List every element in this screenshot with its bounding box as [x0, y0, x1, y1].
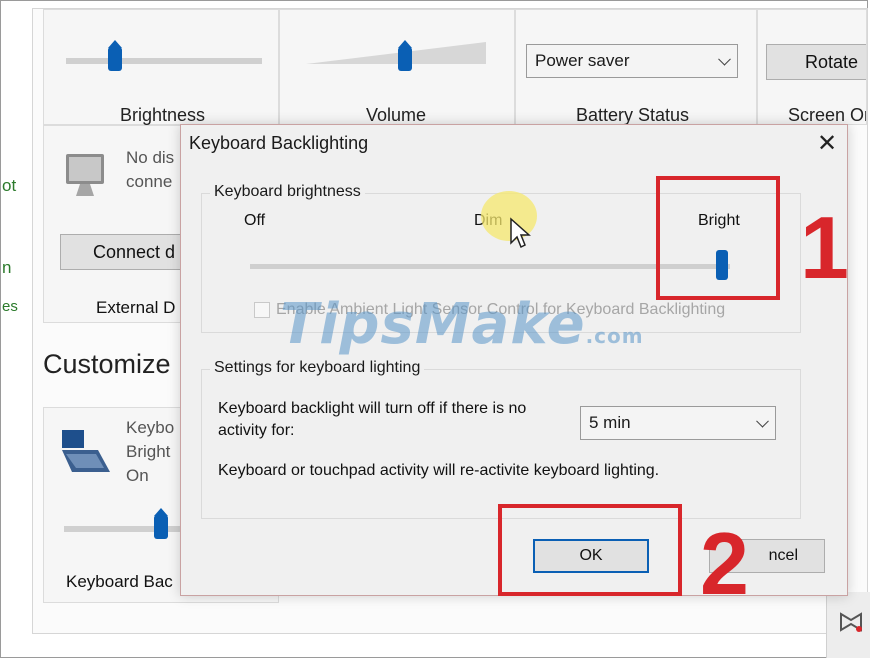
annotation-box-2	[498, 504, 682, 596]
keyboard-brightness-label: Keyboard brightness	[210, 183, 365, 201]
display-status-line2: conne	[126, 172, 173, 191]
ambient-light-checkbox[interactable]	[254, 302, 270, 318]
screen-orientation-tile: Rotate Screen Or	[757, 9, 867, 125]
left-edge-text-c: es	[2, 298, 18, 315]
reactivate-text: Keyboard or touchpad activity will re-ac…	[218, 462, 660, 479]
screen-orientation-label: Screen Or	[788, 105, 867, 125]
power-plan-select[interactable]: Power saver	[526, 44, 738, 78]
annotation-number-1: 1	[800, 198, 849, 297]
volume-label: Volume	[366, 105, 427, 125]
display-status-line1: No dis	[126, 148, 175, 167]
keyboard-lighting-settings-group: Settings for keyboard lighting Keyboard …	[201, 359, 801, 519]
keyboard-status-line2: Bright	[126, 442, 171, 461]
timeout-value: 5 min	[589, 413, 631, 432]
timeout-text-line1: Keyboard backlight will turn off if ther…	[218, 400, 527, 417]
customize-heading: Customize	[43, 349, 171, 379]
tray-panel	[826, 592, 870, 658]
settings-group-label: Settings for keyboard lighting	[210, 359, 425, 377]
monitor-icon	[66, 154, 104, 196]
keyboard-status-line1: Keybo	[126, 418, 175, 437]
mouse-pointer-icon	[510, 217, 531, 249]
timeout-select[interactable]: 5 min	[580, 406, 776, 440]
volume-slider-thumb[interactable]	[398, 40, 412, 71]
brightness-label: Brightness	[120, 105, 206, 125]
left-edge-text-a: ot	[2, 176, 17, 195]
brightness-slider-track[interactable]	[66, 58, 262, 64]
external-display-label: External D	[96, 298, 176, 317]
battery-tile: Power saver Battery Status	[515, 9, 757, 125]
brightness-slider-thumb[interactable]	[108, 40, 122, 71]
keyboard-backlight-label: Keyboard Bac	[66, 572, 173, 591]
volume-tile: Volume	[279, 9, 515, 125]
brightness-tile: Brightness	[43, 9, 279, 125]
keyboard-status-line3: On	[126, 466, 149, 485]
annotation-number-2: 2	[700, 514, 749, 613]
battery-status-label: Battery Status	[576, 105, 690, 125]
keyboard-slider-thumb[interactable]	[154, 508, 168, 539]
chevron-down-icon	[756, 414, 769, 428]
watermark-suffix: .com	[585, 324, 644, 348]
left-edge-text-b: n	[2, 258, 12, 277]
tick-off: Off	[244, 212, 266, 229]
close-icon[interactable]: ✕	[811, 127, 843, 159]
keyboard-icon	[62, 430, 110, 472]
timeout-text-line2: activity for:	[218, 422, 295, 439]
dialog-title: Keyboard Backlighting	[189, 133, 369, 153]
shield-icon[interactable]	[839, 612, 863, 634]
power-plan-value: Power saver	[535, 51, 630, 70]
rotate-screen-button[interactable]: Rotate	[766, 44, 866, 80]
watermark-text: TipsMake	[280, 292, 586, 357]
annotation-box-1	[656, 176, 780, 300]
watermark: TipsMake.com	[280, 292, 644, 357]
volume-slider-track[interactable]	[306, 42, 486, 64]
chevron-down-icon	[718, 52, 731, 66]
